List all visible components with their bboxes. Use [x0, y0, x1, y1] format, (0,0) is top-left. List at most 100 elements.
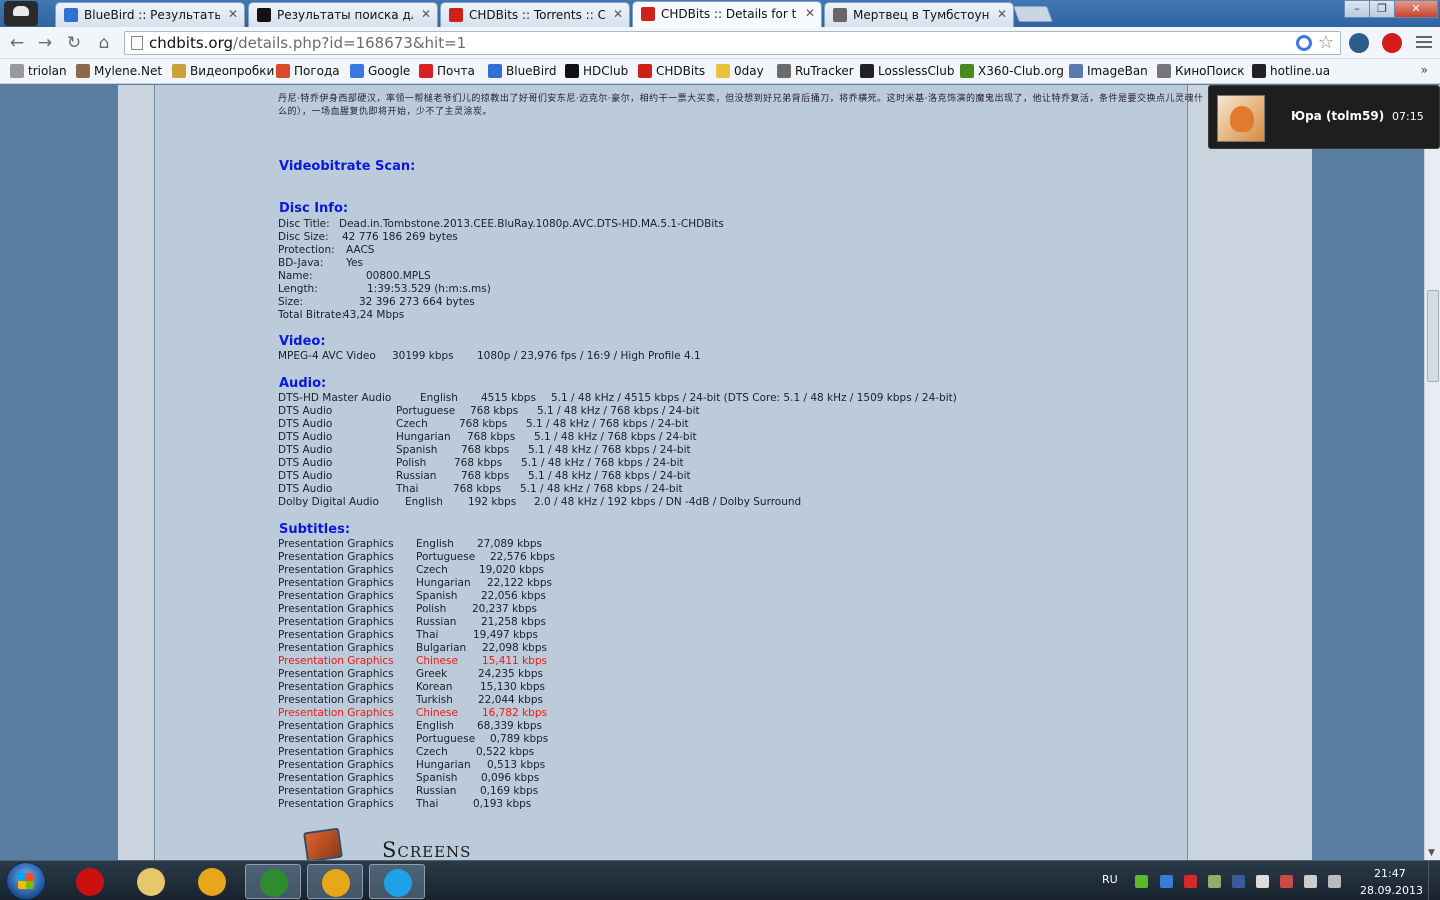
bookmark-item[interactable]: CHDBits: [638, 62, 705, 81]
screens-heading: Screens: [382, 838, 472, 860]
address-bar[interactable]: chdbits.org/details.php?id=168673&hit=1 …: [124, 31, 1341, 55]
audio-description: 5.1 / 48 kHz / 768 kbps / 24-bit: [520, 483, 683, 495]
forward-arrow-icon[interactable]: →: [35, 33, 55, 53]
audio-language: English: [420, 392, 458, 404]
tray-shield-icon[interactable]: [1160, 875, 1173, 888]
audio-language: Thai: [396, 483, 419, 495]
browser-tab[interactable]: Результаты поиска для " ✕: [248, 2, 438, 27]
mail-icon: [419, 64, 433, 78]
start-button[interactable]: [6, 862, 46, 900]
subtitle-bitrate: 16,782 kbps: [482, 707, 547, 719]
tray-app-icon[interactable]: [1135, 875, 1148, 888]
bookmark-label: LosslessClub: [878, 64, 955, 78]
avatar: [1217, 95, 1265, 142]
subtitle-language: Czech: [416, 564, 448, 576]
bookmark-item[interactable]: triolan: [10, 62, 67, 81]
bookmark-item[interactable]: hotline.ua: [1252, 62, 1330, 81]
clock-time[interactable]: 21:47: [1374, 867, 1406, 880]
close-tab-icon[interactable]: ✕: [613, 7, 623, 21]
bookmark-item[interactable]: RuTracker: [777, 62, 854, 81]
tab-title: Мертвец в Тумбстоуне: [853, 8, 989, 22]
bookmark-label: 0day: [734, 64, 764, 78]
close-window-icon[interactable]: ✕: [1394, 0, 1438, 18]
subtitle-bitrate: 24,235 kbps: [478, 668, 543, 680]
close-tab-icon[interactable]: ✕: [421, 7, 431, 21]
tray-antivirus-icon[interactable]: [1184, 875, 1197, 888]
subtitle-bitrate: 21,258 kbps: [481, 616, 546, 628]
opera-taskbar-button[interactable]: [62, 864, 118, 899]
bookmark-item[interactable]: Погода: [276, 62, 340, 81]
search-engine-icon[interactable]: [1296, 35, 1312, 51]
chrome-taskbar-button[interactable]: [184, 864, 240, 899]
lossless-icon: [860, 64, 874, 78]
extension-power-icon[interactable]: [1382, 33, 1402, 53]
chrome-icon: [198, 868, 226, 896]
subtitle-bitrate: 0,169 kbps: [480, 785, 539, 797]
bookmark-item[interactable]: HDClub: [565, 62, 628, 81]
flag-icon[interactable]: [1256, 875, 1269, 888]
disc-info-value: 32 396 273 664 bytes: [359, 296, 475, 308]
scroll-down-arrow-icon[interactable]: ▼: [1428, 848, 1435, 858]
bookmark-item[interactable]: BlueBird: [488, 62, 556, 81]
vertical-scrollbar[interactable]: ▲ ▼: [1424, 85, 1440, 860]
tray-alert-icon[interactable]: [1280, 875, 1293, 888]
bookmark-label: HDClub: [583, 64, 629, 78]
tray-device-icon[interactable]: [1304, 875, 1317, 888]
audio-description: 5.1 / 48 kHz / 768 kbps / 24-bit: [537, 405, 700, 417]
browser-tab[interactable]: CHDBits :: Torrents :: CHD ✕: [440, 2, 630, 27]
subtitle-language: Spanish: [416, 590, 458, 602]
subtitle-codec: Presentation Graphics: [278, 720, 394, 732]
bluetooth-icon[interactable]: [1232, 875, 1245, 888]
home-icon[interactable]: ⌂: [94, 33, 114, 53]
disc-info-label: Total Bitrate:: [278, 309, 345, 321]
skype-taskbar-button[interactable]: [369, 864, 425, 899]
bookmark-item[interactable]: КиноПоиск: [1157, 62, 1245, 81]
show-desktop-button[interactable]: [1428, 861, 1440, 900]
chrome-taskbar-button[interactable]: [307, 864, 363, 899]
subtitle-bitrate: 68,339 kbps: [477, 720, 542, 732]
explorer-taskbar-button[interactable]: [123, 864, 179, 899]
subtitle-language: Russian: [416, 785, 457, 797]
browser-tab[interactable]: CHDBits :: Details for torre ✕: [632, 1, 822, 27]
bookmark-item[interactable]: LosslessClub: [860, 62, 954, 81]
bookmark-item[interactable]: X360-Club.org: [960, 62, 1064, 81]
bookmark-item[interactable]: Видеопробки: [172, 62, 274, 81]
scroll-thumb[interactable]: [1427, 290, 1439, 382]
tray-network-icon[interactable]: [1208, 875, 1221, 888]
browser-tab[interactable]: BlueBird :: Результаты по ✕: [55, 2, 245, 27]
close-tab-icon[interactable]: ✕: [228, 7, 238, 21]
extension-globe-icon[interactable]: [1349, 33, 1369, 53]
new-tab-button[interactable]: [1013, 6, 1053, 22]
close-tab-icon[interactable]: ✕: [805, 6, 815, 20]
bookmark-item[interactable]: Google: [350, 62, 410, 81]
speaker-icon[interactable]: [1328, 875, 1341, 888]
subtitle-codec: Presentation Graphics: [278, 538, 394, 550]
audio-description: 5.1 / 48 kHz / 4515 kbps / 24-bit (DTS C…: [551, 392, 957, 404]
ninja-avatar-icon[interactable]: [4, 1, 38, 26]
bookmark-item[interactable]: Mylene.Net: [76, 62, 162, 81]
bookmark-item[interactable]: ImageBan: [1069, 62, 1148, 81]
subtitle-bitrate: 0,096 kbps: [481, 772, 540, 784]
audio-bitrate: 768 kbps: [467, 431, 516, 443]
language-indicator[interactable]: RU: [1102, 873, 1118, 886]
subtitle-codec: Presentation Graphics: [278, 746, 394, 758]
bookmark-star-icon[interactable]: ☆: [1318, 32, 1334, 53]
subtitle-language: Greek: [416, 668, 448, 680]
audio-language: Portuguese: [396, 405, 456, 417]
video-description: 1080p / 23,976 fps / 16:9 / High Profile…: [477, 350, 701, 362]
bookmark-item[interactable]: Почта: [419, 62, 475, 81]
subtitle-bitrate: 19,020 kbps: [479, 564, 544, 576]
utorrent-taskbar-button[interactable]: [245, 864, 301, 899]
bookmarks-overflow-icon[interactable]: »: [1421, 63, 1428, 77]
minimize-icon[interactable]: –: [1344, 0, 1370, 18]
chat-notification[interactable]: Юра (tolm59) 07:15: [1208, 85, 1440, 149]
bookmark-item[interactable]: 0day: [716, 62, 764, 81]
menu-icon[interactable]: [1416, 34, 1432, 50]
clock-date[interactable]: 28.09.2013: [1360, 884, 1423, 897]
maximize-icon[interactable]: ❐: [1369, 0, 1395, 18]
browser-tab[interactable]: Мертвец в Тумбстоуне ✕: [824, 2, 1014, 27]
reload-icon[interactable]: ↻: [64, 33, 84, 53]
bookmark-label: Погода: [294, 64, 340, 78]
back-arrow-icon[interactable]: ←: [7, 33, 27, 53]
close-tab-icon[interactable]: ✕: [997, 7, 1007, 21]
